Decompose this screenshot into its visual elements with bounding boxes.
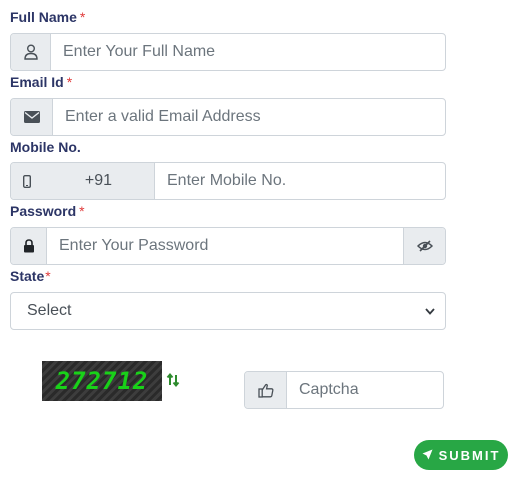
email-input[interactable] [53,99,445,135]
user-icon [11,34,51,70]
state-select[interactable]: Select [10,292,446,330]
chevron-down-icon [425,302,435,320]
state-selected-value: Select [27,302,72,319]
full-name-input[interactable] [51,34,445,70]
lock-icon [11,228,47,264]
submit-button[interactable]: SUBMIT [414,440,508,470]
state-label: State* [10,268,51,284]
mobile-icon [11,163,43,199]
email-group [10,98,446,136]
mobile-label: Mobile No. [10,139,81,155]
captcha-code: 272712 [55,367,149,395]
captcha-input[interactable] [287,372,443,408]
required-mark: * [45,268,51,284]
mobile-group: +91 [10,162,446,200]
mobile-input[interactable] [155,163,445,199]
captcha-group [244,371,444,409]
full-name-label-text: Full Name [10,9,77,25]
paper-plane-icon [422,448,433,463]
password-label: Password * [10,203,85,219]
country-code: +91 [43,163,155,199]
required-mark: * [66,74,73,90]
envelope-icon [11,99,53,135]
email-label: Email Id * [10,74,72,90]
required-mark: * [79,203,85,219]
thumbs-up-icon [245,372,287,408]
full-name-group [10,33,446,71]
password-group [10,227,446,265]
eye-slash-icon[interactable] [403,228,445,264]
password-input[interactable] [47,228,403,264]
password-label-text: Password [10,203,77,219]
captcha-image: 272712 [42,361,162,401]
full-name-label: Full Name * [10,9,85,25]
submit-label: SUBMIT [438,447,501,463]
state-label-text: State [10,268,45,284]
required-mark: * [79,9,86,25]
mobile-label-text: Mobile No. [10,139,81,155]
refresh-icon[interactable] [164,370,182,390]
email-label-text: Email Id [10,74,64,90]
